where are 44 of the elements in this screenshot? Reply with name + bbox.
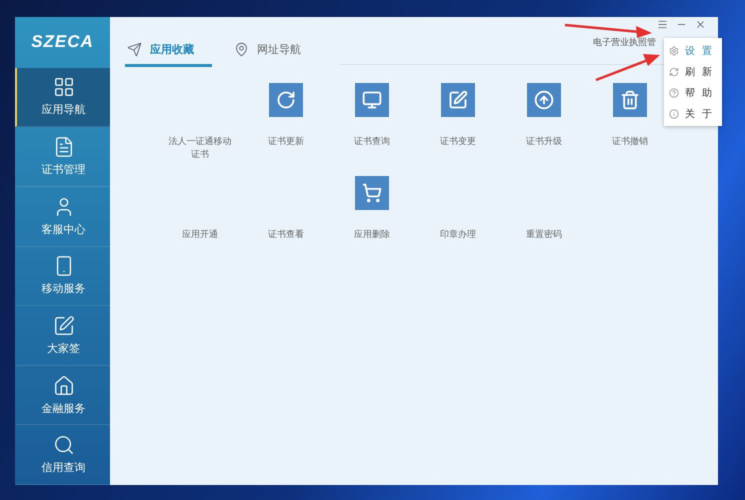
menu-item[interactable]: 关于 xyxy=(664,103,722,124)
refresh-icon[interactable] xyxy=(269,83,303,117)
app-label[interactable]: 应用开通 xyxy=(165,229,235,261)
menu-item[interactable]: 帮助 xyxy=(664,82,722,103)
pen-square-icon xyxy=(52,314,74,337)
pen-icon[interactable] xyxy=(441,83,475,117)
app-label[interactable]: 印章办理 xyxy=(423,229,493,261)
app-label[interactable]: 证书查询 xyxy=(337,136,407,168)
tab[interactable]: 网址导航 xyxy=(232,34,319,67)
sidebar-item[interactable]: 大家签 xyxy=(15,306,110,366)
sidebar-item[interactable]: 客服中心 xyxy=(15,186,110,247)
app-label[interactable]: 证书变更 xyxy=(423,136,493,168)
help-icon xyxy=(669,88,679,98)
info-icon xyxy=(669,108,679,118)
upload-icon[interactable] xyxy=(527,83,561,117)
app-label[interactable]: 证书升级 xyxy=(509,136,579,168)
app-label[interactable]: 证书撤销 xyxy=(595,136,665,168)
header-text: 电子营业执照管 xyxy=(593,36,656,49)
paper-plane-icon xyxy=(127,42,142,56)
app-label[interactable]: 重置密码 xyxy=(509,229,579,261)
gear-icon xyxy=(669,46,679,56)
close-icon[interactable] xyxy=(695,19,706,30)
app-label[interactable]: 法人一证通移动证书 xyxy=(165,136,235,168)
search-icon xyxy=(52,434,74,456)
sidebar-item[interactable]: 应用导航 xyxy=(15,68,110,128)
trash-icon[interactable] xyxy=(613,83,647,117)
menu-item[interactable]: 刷新 xyxy=(664,61,722,82)
app-label[interactable]: 证书更新 xyxy=(251,136,321,168)
tab[interactable]: 应用收藏 xyxy=(125,34,212,67)
location-pin-icon xyxy=(234,42,249,56)
grid-icon xyxy=(52,76,74,98)
sidebar-item[interactable]: 信用查询 xyxy=(15,425,110,486)
app-label[interactable]: 证书查看 xyxy=(251,229,321,261)
sidebar-item[interactable]: 移动服务 xyxy=(15,246,110,306)
menu-icon[interactable] xyxy=(657,19,668,30)
refresh-icon xyxy=(669,66,679,76)
sidebar-item[interactable]: 金融服务 xyxy=(15,366,110,426)
logo: SZECA xyxy=(30,31,95,54)
cart-icon[interactable] xyxy=(355,176,389,210)
app-label[interactable]: 应用删除 xyxy=(337,229,407,261)
menu-item[interactable]: 设置 xyxy=(664,40,722,61)
arrow-drawing xyxy=(596,54,660,82)
sidebar-item[interactable]: 证书管理 xyxy=(15,127,110,187)
house-icon xyxy=(52,374,74,397)
